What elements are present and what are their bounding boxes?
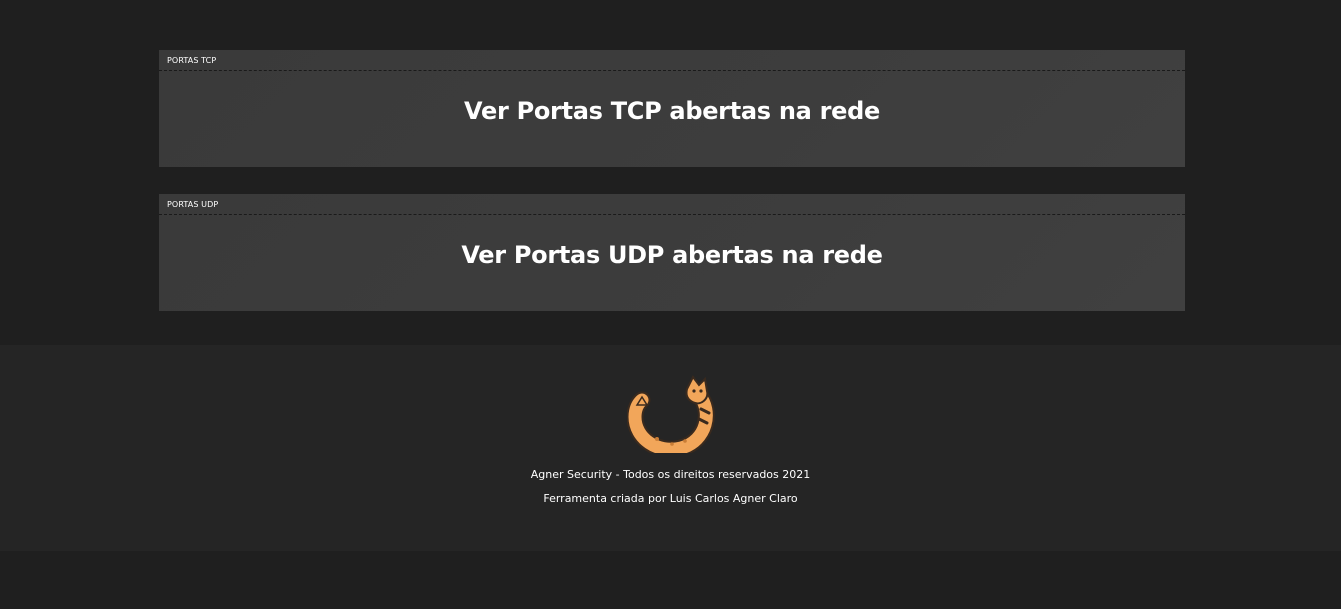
footer-copyright: Agner Security - Todos os direitos reser… bbox=[530, 468, 811, 481]
main-content: PORTAS TCP Ver Portas TCP abertas na red… bbox=[0, 0, 1341, 345]
udp-ports-panel[interactable]: PORTAS UDP Ver Portas UDP abertas na red… bbox=[159, 194, 1185, 311]
udp-panel-title[interactable]: Ver Portas UDP abertas na rede bbox=[159, 241, 1185, 269]
fox-ring-logo-icon bbox=[626, 375, 717, 458]
tcp-panel-header: PORTAS TCP bbox=[159, 50, 1185, 71]
udp-panel-header: PORTAS UDP bbox=[159, 194, 1185, 215]
tcp-ports-panel[interactable]: PORTAS TCP Ver Portas TCP abertas na red… bbox=[159, 50, 1185, 167]
page-bottom-area bbox=[0, 551, 1341, 609]
footer-credit: Ferramenta criada por Luis Carlos Agner … bbox=[543, 492, 798, 505]
tcp-panel-title[interactable]: Ver Portas TCP abertas na rede bbox=[159, 97, 1185, 125]
footer: Agner Security - Todos os direitos reser… bbox=[0, 345, 1341, 551]
